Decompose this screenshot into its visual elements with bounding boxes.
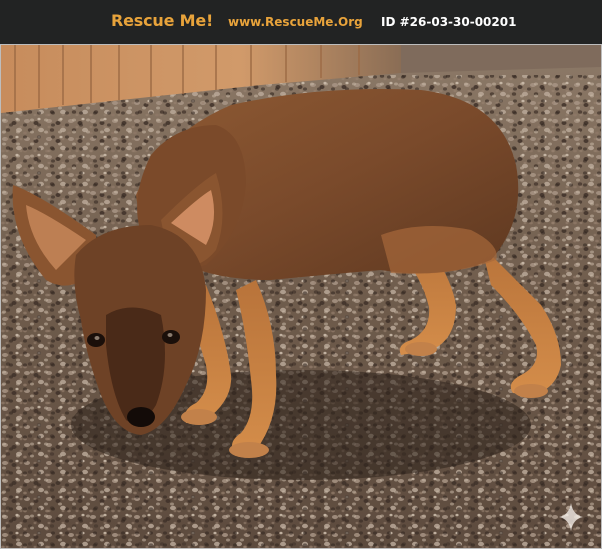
site-header: Rescue Me! www.RescueMe.Org ID #26-03-30… (0, 0, 602, 44)
pet-id-label: ID #26-03-30-00201 (381, 15, 517, 29)
site-url-link[interactable]: www.RescueMe.Org (228, 15, 363, 29)
rescue-me-logo[interactable]: Rescue Me! (111, 11, 213, 30)
pet-photo (0, 44, 602, 549)
